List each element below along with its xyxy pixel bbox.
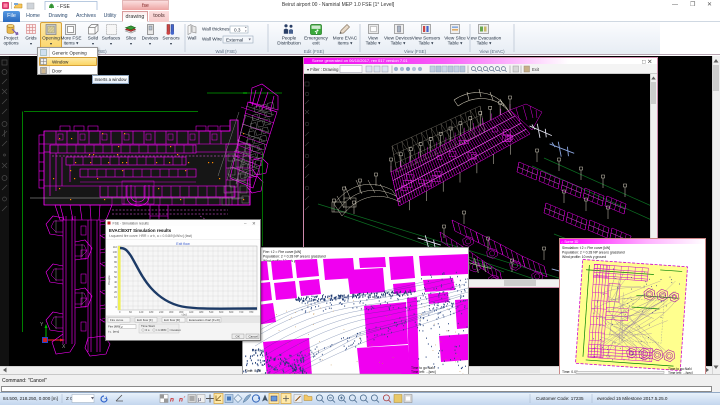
svg-text:Sensors: Sensors (162, 36, 180, 41)
svg-text:Distribution: Distribution (277, 41, 301, 46)
svg-text:FSE - Simulation results: FSE - Simulation results (113, 222, 150, 226)
svg-text:View (EVAC): View (EVAC) (479, 49, 505, 54)
svg-text:▾: ▾ (50, 41, 52, 46)
svg-text:options: options (3, 41, 19, 46)
svg-text:110: 110 (113, 245, 118, 249)
svg-text:Time: 0.00: Time: 0.00 (245, 369, 261, 373)
svg-text:Wind profile: 10 m/s y ground: Wind profile: 10 m/s y ground (562, 255, 606, 259)
svg-text:Table ▾: Table ▾ (448, 41, 464, 46)
svg-text:Exit flow: Exit flow (176, 242, 190, 246)
svg-text:▾ Filter : Drawing: ▾ Filter : Drawing (307, 67, 339, 72)
svg-text:Slice: Slice (126, 36, 137, 41)
svg-text:Opening: Opening (42, 36, 60, 41)
svg-text:Wall thickness: Wall thickness (202, 27, 232, 32)
svg-text:Custom: Custom (171, 328, 182, 332)
svg-text:Edit (FSE): Edit (FSE) (304, 49, 325, 54)
svg-text:Table ▾: Table ▾ (366, 41, 382, 46)
svg-text:Fire curve: Fire curve (110, 318, 124, 322)
svg-text:Table ▾: Table ▾ (477, 41, 493, 46)
svg-text:View (FSE): View (FSE) (404, 49, 427, 54)
svg-text:540: 540 (209, 310, 214, 314)
svg-text:Population: 2 = 0.28 NP area i: Population: 2 = 0.28 NP area is grasslan… (562, 251, 625, 255)
svg-text:Door: Door (52, 69, 62, 74)
svg-text:Devices: Devices (142, 36, 159, 41)
svg-text:0.3: 0.3 (234, 28, 241, 33)
svg-text:exit: exit (312, 41, 320, 46)
svg-text:600: 600 (219, 310, 224, 314)
svg-text:180: 180 (149, 310, 154, 314)
svg-text:84.500, 218.250, 0.000 [m]: 84.500, 218.250, 0.000 [m] (3, 396, 58, 401)
svg-text:▾: ▾ (110, 41, 112, 46)
svg-text:- FSE: - FSE (57, 4, 70, 10)
svg-text:Simulation: t 2 = Fire curve [: Simulation: t 2 = Fire curve [kW] (562, 246, 610, 250)
svg-text:Exit flow [D]: Exit flow [D] (164, 318, 180, 322)
svg-text:□ ✕: □ ✕ (642, 60, 652, 66)
svg-text:Wall Wire: Wall Wire (202, 37, 222, 42)
svg-text:n´: n´ (179, 397, 186, 404)
svg-text:t-squared fire curve: HRR = a·: t-squared fire curve: HRR = a·t², a = 0.… (109, 234, 192, 238)
svg-text:EVAC/EXIT Simulation results: EVAC/EXIT Simulation results (109, 228, 172, 233)
svg-text:100: 100 (113, 250, 118, 254)
svg-text:Grids: Grids (25, 36, 37, 41)
svg-text:Cancel: Cancel (249, 334, 259, 338)
svg-text:720: 720 (239, 310, 244, 314)
svg-text:ewroded 15 Milestone 2017.5.25: ewroded 15 Milestone 2017.5.25.0 (597, 396, 668, 401)
svg-text:Wall: Wall (188, 36, 197, 41)
svg-text:300: 300 (169, 310, 174, 314)
svg-text:▾: ▾ (92, 41, 94, 46)
svg-text:t 1 MW: t 1 MW (157, 328, 167, 332)
svg-text:Surfaces: Surfaces (102, 36, 121, 41)
svg-text:Solid: Solid (88, 36, 99, 41)
svg-text:items ▾: items ▾ (64, 41, 80, 46)
svg-text:OK: OK (236, 334, 240, 338)
svg-text:n: n (170, 397, 174, 404)
svg-text:items ▾: items ▾ (338, 41, 354, 46)
svg-text:Generic Opening: Generic Opening (52, 51, 87, 56)
svg-text:Population: 2 = 0.28 NP area i: Population: 2 = 0.28 NP area is grasslan… (263, 255, 326, 259)
svg-text:Window: Window (52, 60, 69, 65)
svg-text:240: 240 (159, 310, 164, 314)
svg-text:t c. [sec]: t c. [sec] (108, 330, 119, 334)
svg-text:Table ▾: Table ▾ (419, 41, 435, 46)
svg-text:Table ▾: Table ▾ (391, 41, 407, 46)
svg-text:▾: ▾ (149, 41, 151, 46)
svg-text:Exit flow [F]: Exit flow [F] (137, 318, 153, 322)
svg-text:Evacuation chart [F+D]: Evacuation chart [F+D] (189, 318, 220, 322)
svg-text:People: People (107, 275, 111, 285)
svg-text:◇ Scene 3D: ◇ Scene 3D (561, 240, 579, 244)
svg-text:External: External (226, 38, 243, 43)
svg-text:480: 480 (199, 310, 204, 314)
svg-text:▾: ▾ (170, 41, 172, 46)
svg-text:Fire [MW]: Fire [MW] (108, 325, 121, 329)
svg-text:▾: ▾ (130, 41, 132, 46)
svg-text:✕: ✕ (252, 221, 256, 226)
svg-text:0 s: 0 s (146, 328, 151, 332)
svg-text:120: 120 (139, 310, 144, 314)
svg-text:▾: ▾ (30, 41, 32, 46)
svg-text:Y: Y (40, 322, 44, 328)
svg-text:μ: μ (198, 397, 201, 403)
svg-text:X: X (62, 344, 66, 350)
svg-text:Exit: Exit (532, 67, 540, 72)
svg-text:660: 660 (229, 310, 234, 314)
svg-text:Wall (FSE): Wall (FSE) (215, 49, 237, 54)
svg-text:Customer Code: 17235: Customer Code: 17235 (536, 396, 584, 401)
svg-text:Fire: t 2 = Fire curve [kW]: Fire: t 2 = Fire curve [kW] (263, 250, 301, 254)
svg-text:420: 420 (189, 310, 194, 314)
svg-text:780: 780 (249, 310, 254, 314)
